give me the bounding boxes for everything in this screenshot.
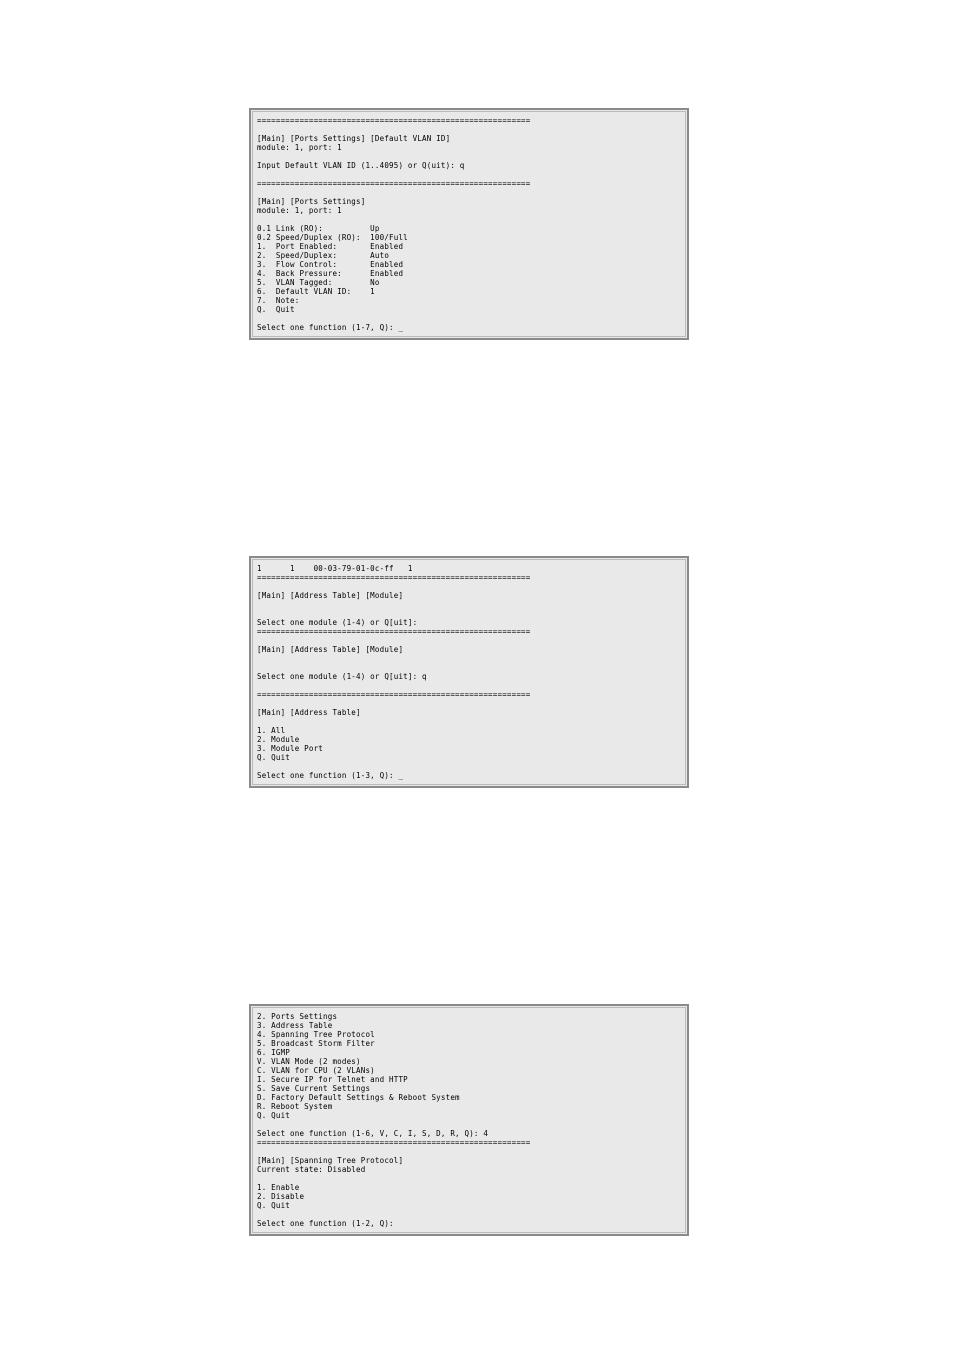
terminal-output-address-table: 1 1 00-03-79-01-0c-ff 1 ================… <box>257 564 681 780</box>
terminal-panel-ports-settings: ========================================… <box>249 108 689 340</box>
terminal-panel-address-table: 1 1 00-03-79-01-0c-ff 1 ================… <box>249 556 689 788</box>
panel-border-inner: 1 1 00-03-79-01-0c-ff 1 ================… <box>252 559 686 785</box>
panel-border-outer: 2. Ports Settings 3. Address Table 4. Sp… <box>249 1004 689 1236</box>
terminal-output-ports-settings: ========================================… <box>257 116 681 332</box>
terminal-output-spanning-tree: 2. Ports Settings 3. Address Table 4. Sp… <box>257 1012 681 1228</box>
panel-border-outer: ========================================… <box>249 108 689 340</box>
terminal-panel-spanning-tree: 2. Ports Settings 3. Address Table 4. Sp… <box>249 1004 689 1236</box>
panel-border-inner: ========================================… <box>252 111 686 337</box>
panel-border-inner: 2. Ports Settings 3. Address Table 4. Sp… <box>252 1007 686 1233</box>
panel-border-outer: 1 1 00-03-79-01-0c-ff 1 ================… <box>249 556 689 788</box>
